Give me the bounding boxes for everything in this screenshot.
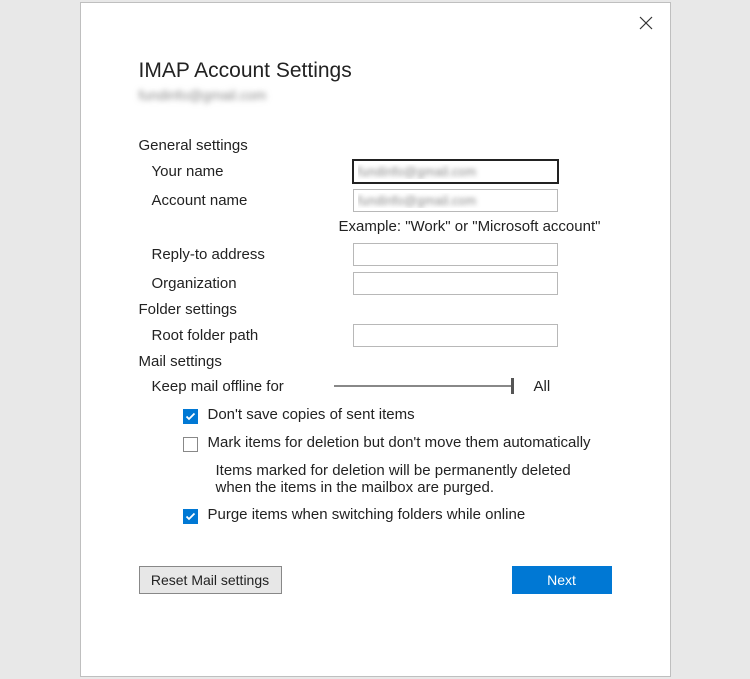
account-name-input[interactable]	[353, 189, 558, 212]
organization-label: Organization	[139, 275, 353, 292]
dialog-title: IMAP Account Settings	[139, 59, 612, 83]
mark-delete-label: Mark items for deletion but don't move t…	[208, 434, 591, 451]
close-icon	[639, 16, 653, 30]
reply-to-input[interactable]	[353, 243, 558, 266]
organization-input[interactable]	[353, 272, 558, 295]
account-name-label: Account name	[139, 192, 353, 209]
check-icon	[185, 511, 196, 522]
keep-offline-label: Keep mail offline for	[152, 378, 334, 395]
keep-offline-slider[interactable]	[334, 376, 514, 396]
dont-save-checkbox[interactable]	[183, 409, 198, 424]
imap-settings-dialog: IMAP Account Settings fundinfo@gmail.com…	[80, 2, 671, 677]
section-mail: Mail settings	[139, 353, 612, 370]
account-name-hint: Example: "Work" or "Microsoft account"	[339, 218, 612, 235]
close-button[interactable]	[638, 15, 654, 31]
slider-thumb[interactable]	[511, 378, 514, 394]
section-folder: Folder settings	[139, 301, 612, 318]
reset-button[interactable]: Reset Mail settings	[139, 566, 282, 594]
reply-to-label: Reply-to address	[139, 246, 353, 263]
check-icon	[185, 411, 196, 422]
keep-offline-value: All	[534, 378, 551, 395]
root-path-input[interactable]	[353, 324, 558, 347]
your-name-label: Your name	[139, 163, 353, 180]
your-name-input[interactable]	[353, 160, 558, 183]
section-general: General settings	[139, 137, 612, 154]
mark-delete-help: Items marked for deletion will be perman…	[139, 462, 609, 496]
root-path-label: Root folder path	[139, 327, 353, 344]
purge-label: Purge items when switching folders while…	[208, 506, 526, 523]
mark-delete-checkbox[interactable]	[183, 437, 198, 452]
purge-checkbox[interactable]	[183, 509, 198, 524]
account-email: fundinfo@gmail.com	[139, 87, 612, 103]
dont-save-label: Don't save copies of sent items	[208, 406, 415, 423]
next-button[interactable]: Next	[512, 566, 612, 594]
